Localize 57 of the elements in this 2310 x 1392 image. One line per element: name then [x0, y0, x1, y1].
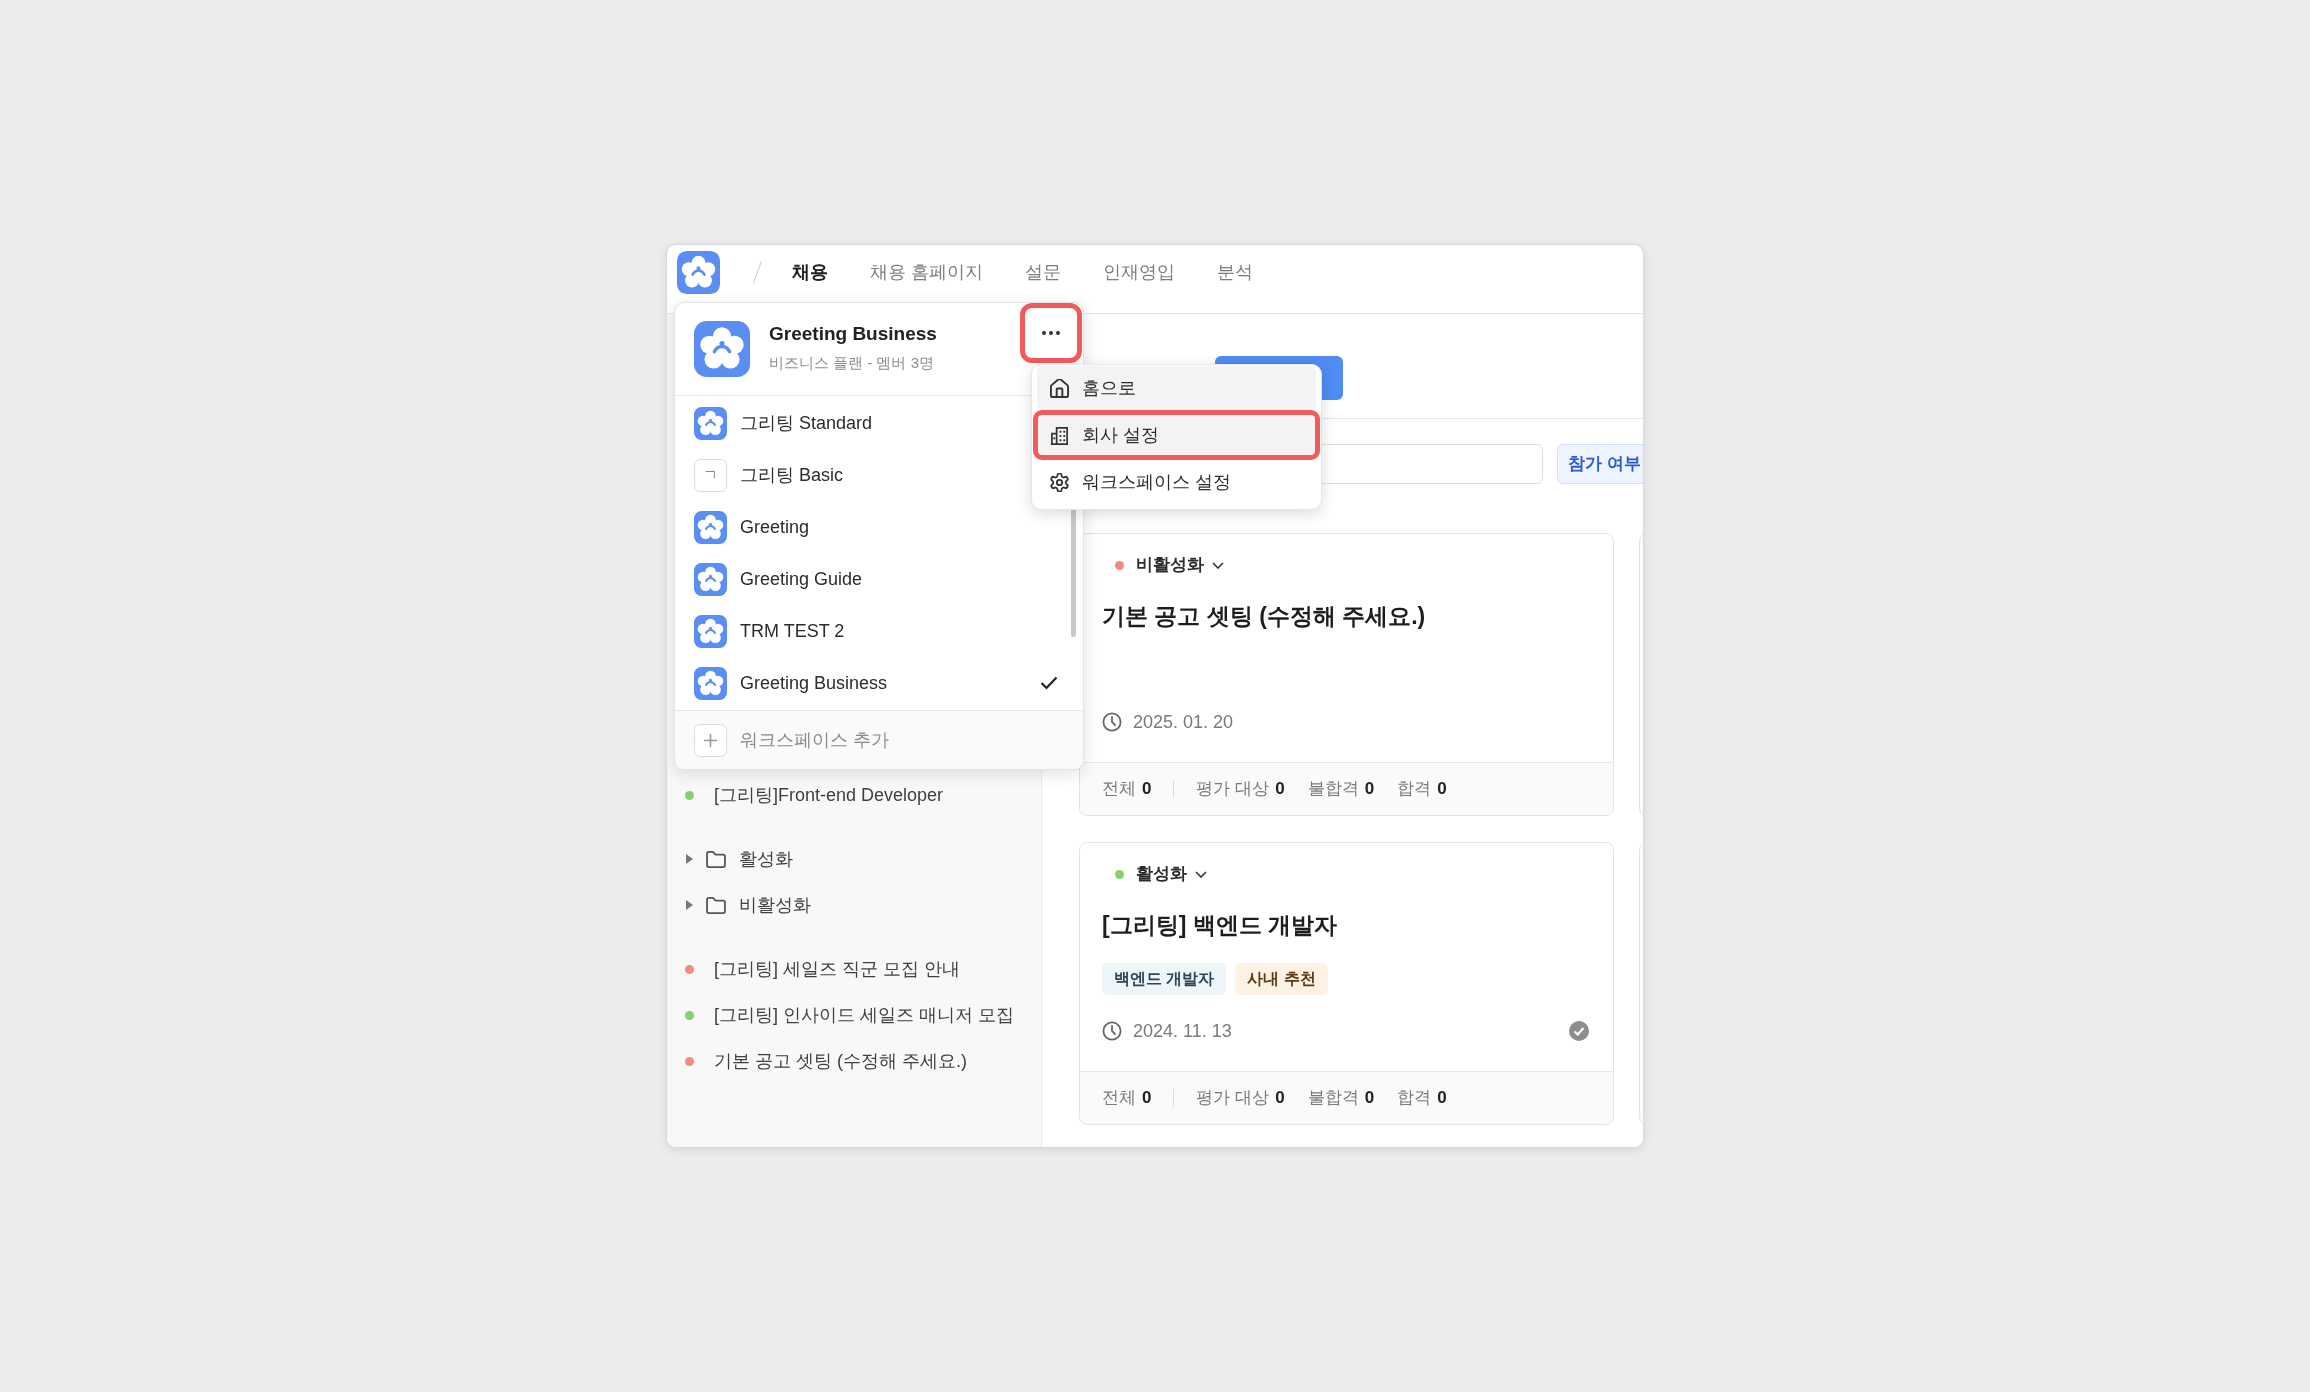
stat-count: 전체 0	[1102, 778, 1152, 801]
workspace-name: Greeting Business	[769, 322, 937, 346]
job-posting-item[interactable]: 기본 공고 셋팅 (수정해 주세요.)	[667, 1038, 1041, 1084]
stat-count: 합격 0	[1397, 1087, 1447, 1110]
folder-icon	[706, 896, 726, 914]
workspace-logo-icon	[694, 666, 727, 700]
chevron-down-icon	[1212, 561, 1224, 569]
stat-count: 불합격 0	[1307, 778, 1375, 801]
stat-count: 전체 0	[1102, 1087, 1152, 1110]
job-tag: 사내 추천	[1235, 963, 1328, 995]
app-logo-icon	[677, 250, 720, 294]
menu-item[interactable]: 회사 설정	[1033, 410, 1320, 460]
stat-count: 평가 대상 0	[1196, 1087, 1285, 1110]
job-title: [그리팅] 백엔드 개발자	[1102, 911, 1339, 940]
folder-item[interactable]: 비활성화	[667, 882, 1041, 928]
initial-avatar: ㄱ	[694, 458, 727, 492]
workspace-logo-icon	[694, 614, 727, 648]
clock-icon	[1102, 712, 1122, 732]
status-dropdown[interactable]: 비활성화	[1102, 549, 1230, 581]
status-dropdown[interactable]: 활성화	[1102, 858, 1213, 890]
date-text: 2024. 11. 13	[1133, 1019, 1232, 1043]
job-card[interactable]: 활성화 [그리팅] 백엔드 개발자 백엔드 개발자 사내 추천 2024. 11. 13 전체 0 평가 대상 0 불합격 0 합격 0	[1079, 842, 1614, 1125]
stat-count: 합격 0	[1397, 778, 1447, 801]
nav-tab[interactable]: 인재영입	[1103, 258, 1175, 286]
date-text: 2025. 01. 20	[1133, 710, 1234, 734]
job-title: 기본 공고 셋팅 (수정해 주세요.)	[1102, 602, 1427, 631]
scrollbar-thumb[interactable]	[1071, 509, 1076, 637]
caret-right-icon[interactable]	[686, 854, 693, 864]
settings-icon	[1050, 472, 1069, 492]
chevron-down-icon	[1195, 870, 1207, 878]
stat-count: 불합격 0	[1307, 1087, 1375, 1110]
job-card[interactable]: 비활성화 기본 공고 셋팅 (수정해 주세요.) 2025. 01. 20 전체 0 평가 대상 0 불합격 0 합격 0	[1079, 533, 1614, 816]
workspace-plan-text: 비즈니스 플랜 - 멤버 3명	[769, 353, 935, 373]
stat-count: 평가 대상 0	[1196, 778, 1285, 801]
job-posting-item[interactable]: [그리팅] 인사이드 세일즈 매니저 모집	[667, 992, 1041, 1038]
nav-tab[interactable]: 설문	[1025, 258, 1061, 286]
workspace-logo-icon	[694, 562, 727, 596]
nav-tab[interactable]: 분석	[1217, 258, 1253, 286]
filter-button[interactable]: 참가 여부	[1557, 444, 1643, 484]
nav-tab[interactable]: 채용 홈페이지	[870, 258, 983, 286]
workspace-logo-icon	[694, 510, 727, 544]
folder-icon	[706, 850, 726, 868]
nav-tab[interactable]: 채용	[792, 258, 828, 286]
folder-item[interactable]: 활성화	[667, 836, 1041, 882]
job-posting-item[interactable]: [그리팅]Front-end Developer	[667, 772, 1041, 818]
job-posting-item[interactable]: [그리팅] 세일즈 직군 모집 안내	[667, 946, 1041, 992]
menu-item[interactable]: 홈으로	[1037, 366, 1316, 410]
workspace-logo-icon	[694, 321, 750, 377]
workspace-logo-icon	[694, 406, 727, 440]
plus-icon	[694, 723, 727, 757]
job-tag: 백엔드 개발자	[1102, 963, 1227, 995]
more-button[interactable]	[1020, 303, 1082, 363]
building-icon	[1050, 425, 1069, 445]
home-icon	[1050, 378, 1069, 398]
more-icon	[1042, 331, 1060, 335]
clock-icon	[1102, 1021, 1122, 1041]
caret-right-icon[interactable]	[686, 900, 693, 910]
